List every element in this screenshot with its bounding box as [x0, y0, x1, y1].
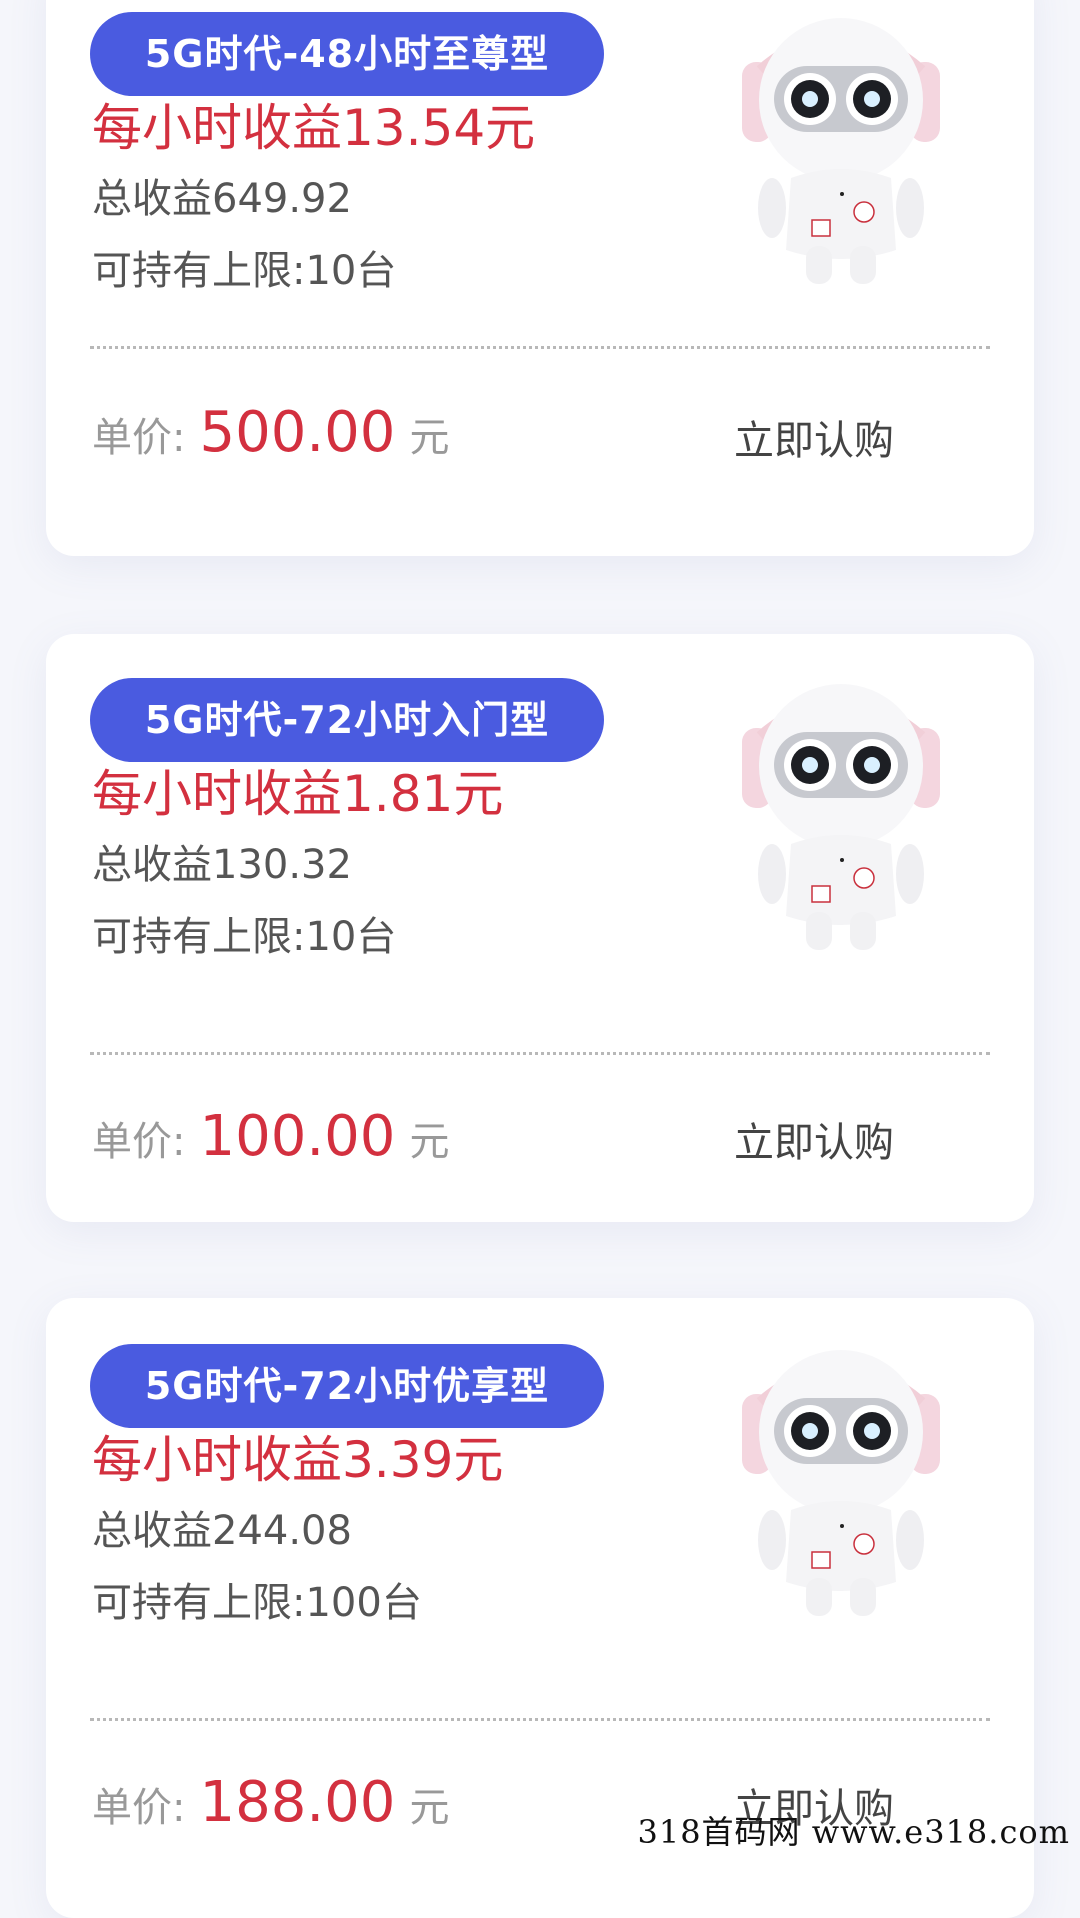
price-unit: 元	[409, 415, 450, 461]
price-value: 500.00	[199, 400, 396, 465]
hourly-income: 每小时收益13.54元	[92, 99, 536, 157]
product-title-badge: 5G时代-72小时入门型	[90, 678, 604, 762]
hourly-income: 每小时收益3.39元	[92, 1431, 504, 1489]
subscribe-button[interactable]: 立即认购	[734, 1110, 894, 1168]
robot-image	[742, 18, 940, 284]
total-income: 总收益649.92	[92, 176, 352, 222]
hourly-income: 每小时收益1.81元	[92, 765, 504, 823]
price-row: 单价: 500.00 元	[92, 400, 449, 465]
price-label: 单价:	[92, 1785, 186, 1831]
total-income: 总收益130.32	[92, 842, 352, 888]
holding-limit: 可持有上限:100台	[92, 1580, 422, 1626]
price-label: 单价:	[92, 415, 186, 461]
subscribe-button[interactable]: 立即认购	[734, 408, 894, 466]
robot-image	[742, 1350, 940, 1616]
price-value: 188.00	[199, 1770, 396, 1835]
product-card: 5G时代-72小时入门型 每小时收益1.81元 总收益130.32 可持有上限:…	[46, 634, 1034, 1222]
dotted-divider	[90, 1718, 990, 1721]
total-income: 总收益244.08	[92, 1508, 352, 1554]
robot-illustration	[742, 684, 940, 950]
price-row: 单价: 100.00 元	[92, 1104, 449, 1169]
robot-illustration	[742, 1350, 940, 1616]
holding-limit: 可持有上限:10台	[92, 248, 397, 294]
dotted-divider	[90, 1052, 990, 1055]
price-unit: 元	[409, 1785, 450, 1831]
product-title-badge: 5G时代-48小时至尊型	[90, 12, 604, 96]
price-label: 单价:	[92, 1119, 186, 1165]
price-value: 100.00	[199, 1104, 396, 1169]
holding-limit: 可持有上限:10台	[92, 914, 397, 960]
watermark-text: 318首码网 www.e318.com	[637, 1813, 1070, 1851]
dotted-divider	[90, 346, 990, 349]
product-card: 5G时代-48小时至尊型 每小时收益13.54元 总收益649.92 可持有上限…	[46, 0, 1034, 556]
product-title-badge: 5G时代-72小时优享型	[90, 1344, 604, 1428]
price-unit: 元	[409, 1119, 450, 1165]
price-row: 单价: 188.00 元	[92, 1770, 449, 1835]
robot-illustration	[742, 18, 940, 284]
robot-image	[742, 684, 940, 950]
